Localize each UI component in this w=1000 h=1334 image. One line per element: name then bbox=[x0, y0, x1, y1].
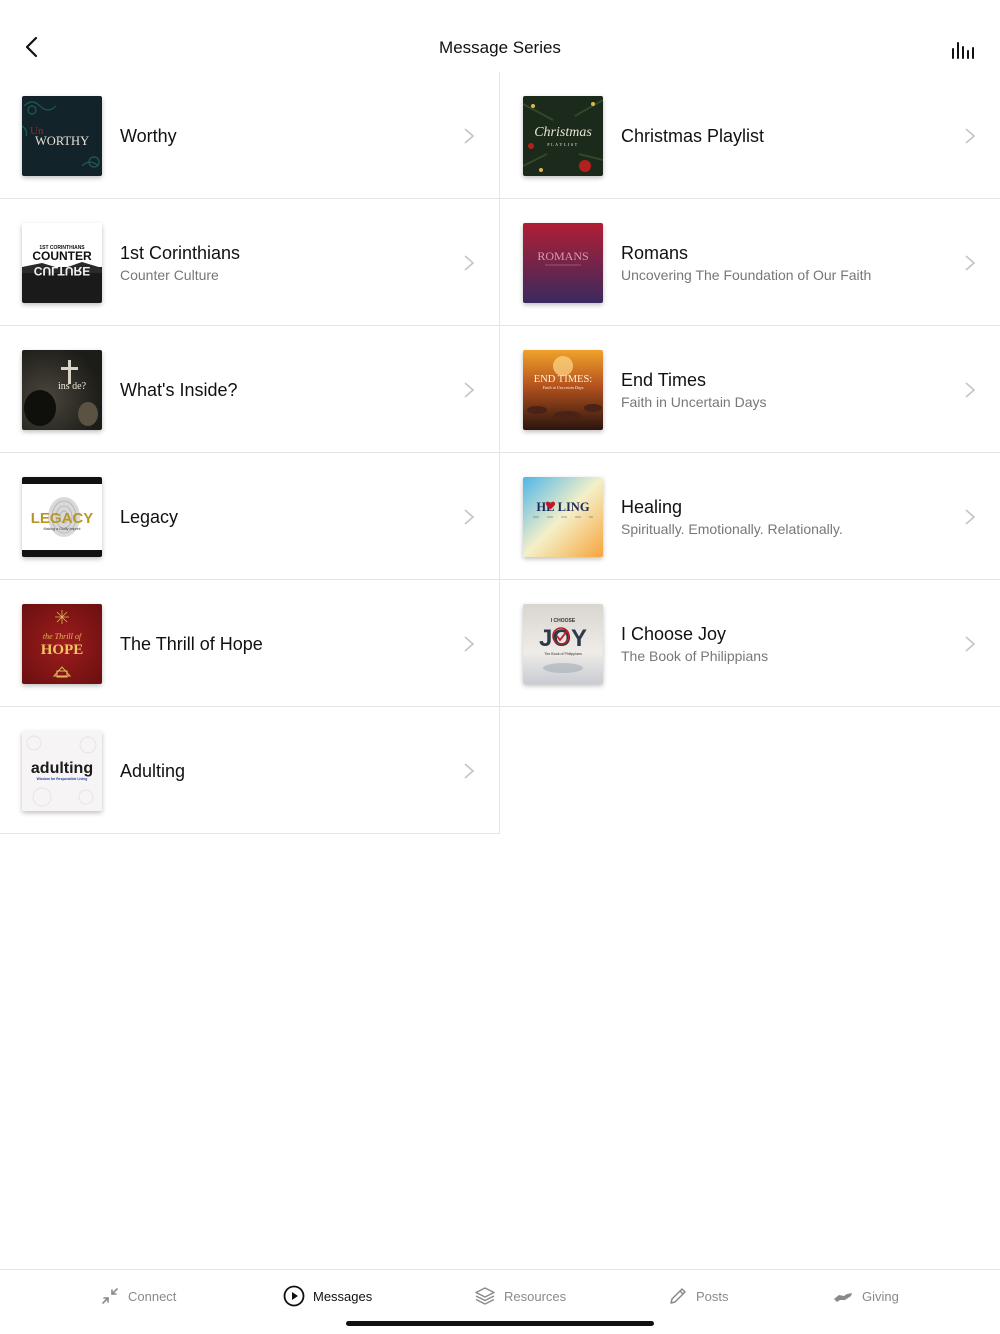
tab-messages[interactable]: Messages bbox=[283, 1284, 372, 1308]
series-title: Healing bbox=[621, 496, 683, 517]
svg-text:Christmas: Christmas bbox=[534, 125, 592, 140]
series-artwork: adulting Wisdom for Responsible Living bbox=[22, 731, 102, 811]
tab-giving[interactable]: Giving bbox=[832, 1284, 899, 1308]
svg-text:WORTHY: WORTHY bbox=[35, 134, 89, 148]
series-row-worthy[interactable]: Un WORTHY Worthy bbox=[0, 72, 499, 199]
series-artwork: I CHOOSE JOY The Book of Philippians bbox=[523, 604, 603, 684]
series-artwork: ins de? bbox=[22, 350, 102, 430]
svg-text:END TIMES:: END TIMES: bbox=[534, 374, 593, 385]
chevron-right-icon bbox=[464, 382, 475, 398]
svg-text:Making a Godly Imprint: Making a Godly Imprint bbox=[44, 527, 81, 531]
svg-text:ROMANS: ROMANS bbox=[537, 249, 588, 263]
series-artwork: 1ST CORINTHIANS COUNTER CULTURE bbox=[22, 223, 102, 303]
series-title: 1st Corinthians bbox=[120, 242, 241, 263]
tab-label: Messages bbox=[313, 1288, 373, 1304]
top-bar: Message Series bbox=[0, 0, 1000, 72]
chevron-right-icon bbox=[464, 509, 475, 525]
series-subtitle: Spiritually. Emotionally. Relationally. bbox=[621, 520, 843, 537]
giving-hand-icon bbox=[834, 1293, 852, 1302]
series-artwork: HE LING bbox=[523, 477, 603, 557]
tab-resources[interactable]: Resources bbox=[474, 1284, 566, 1308]
series-column-left: Un WORTHY Worthy 1ST CORINTHIANS COUNTER… bbox=[0, 72, 500, 834]
series-row-i-choose-joy[interactable]: I CHOOSE JOY The Book of Philippians I C… bbox=[500, 580, 1000, 707]
svg-text:Wisdom for Responsible Living: Wisdom for Responsible Living bbox=[37, 777, 88, 781]
chevron-right-icon bbox=[464, 636, 475, 652]
svg-text:HOPE: HOPE bbox=[41, 642, 84, 658]
home-indicator bbox=[346, 1321, 654, 1326]
svg-text:COUNTER: COUNTER bbox=[32, 249, 92, 263]
svg-text:the Thrill of: the Thrill of bbox=[43, 632, 83, 641]
series-title: Romans bbox=[621, 242, 689, 263]
series-column-right: Christmas PLAYLIST Christmas Playlist RO… bbox=[500, 72, 1000, 707]
series-row-1st-corinthians[interactable]: 1ST CORINTHIANS COUNTER CULTURE 1st Cori… bbox=[0, 199, 499, 326]
tab-label: Resources bbox=[504, 1288, 567, 1304]
series-title: Worthy bbox=[120, 125, 177, 146]
chevron-right-icon bbox=[464, 128, 475, 144]
series-artwork: LEGACY Making a Godly Imprint bbox=[22, 477, 102, 557]
series-row-legacy[interactable]: LEGACY Making a Godly Imprint Legacy bbox=[0, 453, 499, 580]
svg-text:adulting: adulting bbox=[31, 760, 93, 777]
svg-text:PLAYLIST: PLAYLIST bbox=[547, 142, 578, 147]
series-artwork: the Thrill of HOPE bbox=[22, 604, 102, 684]
series-row-adulting[interactable]: adulting Wisdom for Responsible Living A… bbox=[0, 707, 499, 834]
svg-text:The Book of Philippians: The Book of Philippians bbox=[544, 652, 582, 656]
page-title: Message Series bbox=[439, 38, 561, 57]
svg-text:ins de?: ins de? bbox=[58, 381, 87, 392]
connect-arrows-icon bbox=[102, 1288, 118, 1304]
series-artwork: ROMANS bbox=[523, 223, 603, 303]
series-row-healing[interactable]: HE LING Healing Spiritually. Emotionally… bbox=[500, 453, 1000, 580]
svg-text:Faith in Uncertain Days: Faith in Uncertain Days bbox=[541, 385, 583, 390]
stats-button[interactable] bbox=[950, 38, 976, 60]
chevron-right-icon bbox=[965, 509, 976, 525]
series-subtitle: Faith in Uncertain Days bbox=[621, 393, 767, 410]
tab-label: Connect bbox=[128, 1288, 177, 1304]
series-title: Adulting bbox=[120, 760, 186, 781]
chevron-right-icon bbox=[965, 636, 976, 652]
tab-connect[interactable]: Connect bbox=[100, 1284, 176, 1308]
chevron-right-icon bbox=[965, 382, 976, 398]
series-title: Legacy bbox=[120, 506, 179, 527]
series-title: What's Inside? bbox=[120, 379, 238, 400]
series-row-thrill-of-hope[interactable]: the Thrill of HOPE The Thrill of Hope bbox=[0, 580, 499, 707]
layers-icon bbox=[475, 1287, 495, 1305]
bar-chart-icon bbox=[952, 42, 974, 59]
chevron-right-icon bbox=[464, 255, 475, 271]
chevron-right-icon bbox=[965, 128, 976, 144]
series-title: I Choose Joy bbox=[621, 623, 727, 644]
series-title: Christmas Playlist bbox=[621, 125, 765, 146]
series-row-whats-inside[interactable]: ins de? What's Inside? bbox=[0, 326, 499, 453]
series-row-romans[interactable]: ROMANS Romans Uncovering The Foundation … bbox=[500, 199, 1000, 326]
chevron-right-icon bbox=[464, 763, 475, 779]
series-row-end-times[interactable]: END TIMES: Faith in Uncertain Days End T… bbox=[500, 326, 1000, 453]
svg-text:I CHOOSE: I CHOOSE bbox=[551, 618, 576, 624]
tab-label: Posts bbox=[696, 1288, 729, 1304]
play-circle-icon bbox=[283, 1285, 305, 1307]
series-artwork: END TIMES: Faith in Uncertain Days bbox=[523, 350, 603, 430]
series-subtitle: Uncovering The Foundation of Our Faith bbox=[621, 266, 872, 283]
svg-text:HE LING: HE LING bbox=[536, 500, 589, 514]
series-row-christmas-playlist[interactable]: Christmas PLAYLIST Christmas Playlist bbox=[500, 72, 1000, 199]
series-title: The Thrill of Hope bbox=[120, 633, 263, 654]
series-artwork: Un WORTHY bbox=[22, 96, 102, 176]
svg-text:LEGACY: LEGACY bbox=[31, 510, 94, 527]
tab-label: Giving bbox=[862, 1288, 899, 1304]
pencil-icon bbox=[670, 1288, 686, 1304]
series-artwork: Christmas PLAYLIST bbox=[523, 96, 603, 176]
series-title: End Times bbox=[621, 369, 707, 390]
svg-text:CULTURE: CULTURE bbox=[34, 264, 90, 278]
series-subtitle: The Book of Philippians bbox=[621, 647, 769, 664]
series-subtitle: Counter Culture bbox=[120, 266, 219, 283]
chevron-right-icon bbox=[965, 255, 976, 271]
tab-posts[interactable]: Posts bbox=[668, 1284, 729, 1308]
